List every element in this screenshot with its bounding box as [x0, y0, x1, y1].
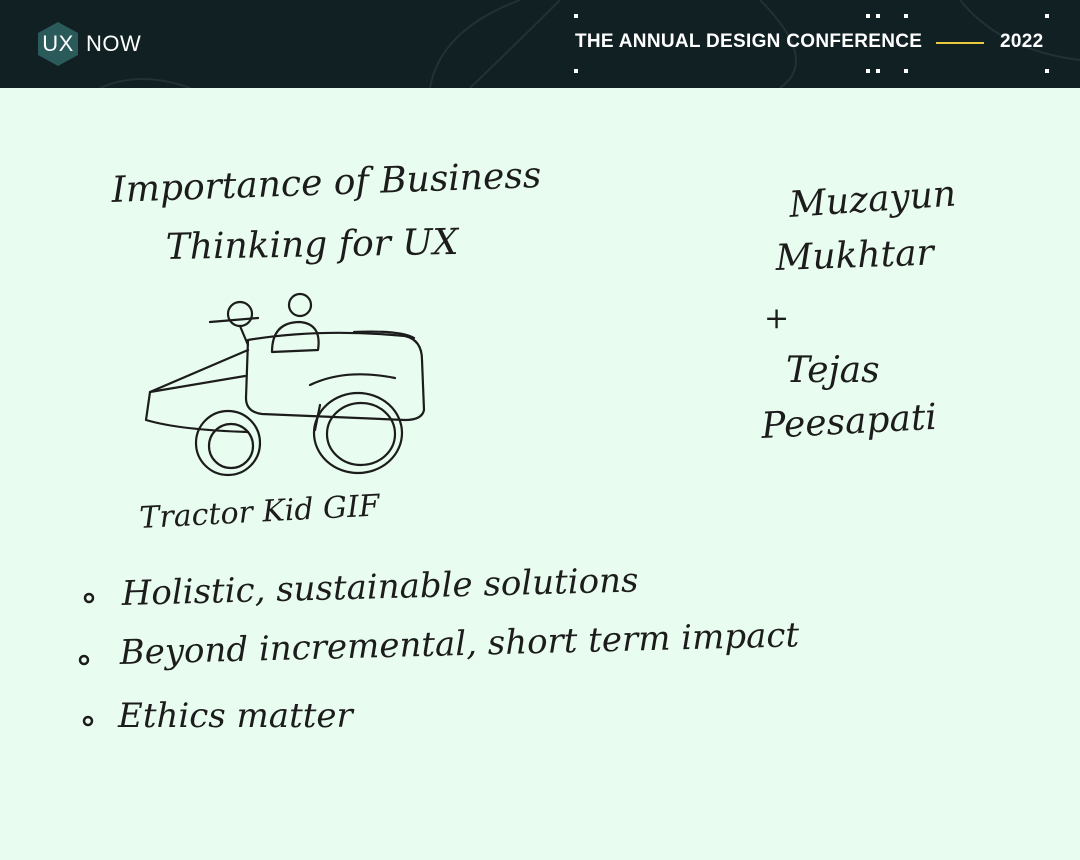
logo-ux-text: UX — [42, 31, 74, 56]
decorative-dot — [904, 14, 908, 18]
header-bar: UX NOW THE ANNUAL DESIGN CONFERENCE 2022 — [0, 0, 1080, 88]
bullet-item-3: Ethics matter — [117, 696, 355, 736]
accent-divider — [936, 42, 984, 44]
speaker2-first-name: Tejas — [786, 350, 880, 391]
bullet-icon — [83, 592, 95, 604]
decorative-dot — [876, 69, 880, 73]
speaker1-last-name: Mukhtar — [774, 232, 936, 279]
decorative-dot — [866, 14, 870, 18]
slide-canvas: Importance of Business Thinking for UX T… — [78, 155, 958, 736]
logo-now-text: NOW — [86, 31, 142, 56]
uxnow-logo[interactable]: UX NOW — [36, 21, 141, 67]
decorative-dot — [904, 69, 908, 73]
speaker1-first-name: Muzayun — [787, 173, 958, 226]
tractor-sketch-icon — [144, 292, 426, 477]
decorative-dot — [1045, 69, 1049, 73]
bullet-item-2: Beyond incremental, short term impact — [118, 615, 800, 673]
bullet-item-1: Holistic, sustainable solutions — [120, 560, 639, 614]
decorative-dot — [866, 69, 870, 73]
conference-title: THE ANNUAL DESIGN CONFERENCE — [575, 31, 923, 52]
conference-year: 2022 — [1000, 31, 1044, 52]
slide-title-line1: Importance of Business — [110, 155, 542, 211]
decorative-dot — [876, 14, 880, 18]
bullet-icon — [78, 654, 90, 666]
sketch-caption: Tractor Kid GIF — [139, 488, 382, 536]
decorative-dot — [1045, 14, 1049, 18]
bullet-icon — [82, 715, 94, 727]
hexagon-logo-icon: UX — [36, 21, 80, 67]
speaker2-last-name: Peesapati — [759, 397, 938, 447]
decorative-dot — [574, 69, 578, 73]
slide-title-line2: Thinking for UX — [165, 222, 460, 268]
speaker-joiner: + — [764, 301, 789, 336]
decorative-dot — [574, 14, 578, 18]
